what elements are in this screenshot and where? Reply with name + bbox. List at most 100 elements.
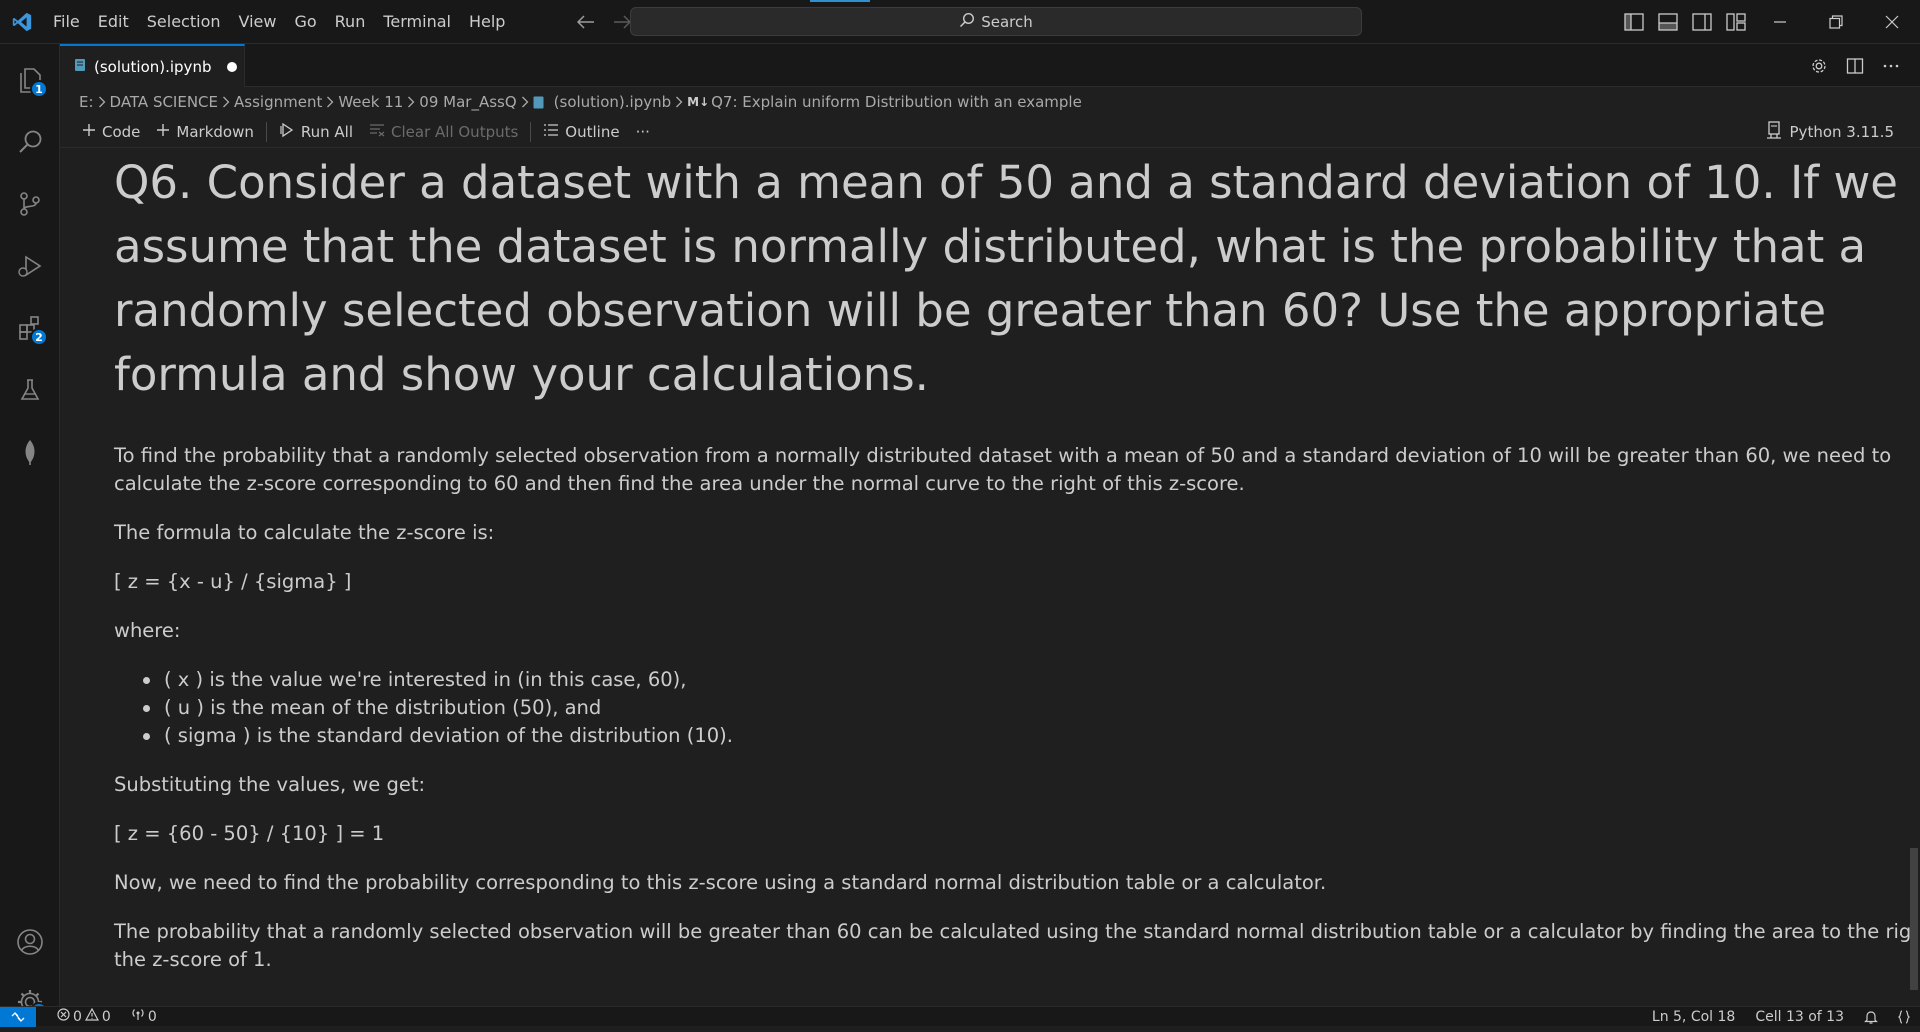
editor-tab-bar: (solution).ipynb xyxy=(60,44,1920,87)
run-all-icon xyxy=(279,122,295,142)
toolbar-divider xyxy=(265,121,267,142)
where-label: where: xyxy=(114,619,181,642)
problems-indicator[interactable]: 0 0 xyxy=(50,1007,118,1027)
variable-list: ( x ) is the value we're interested in (… xyxy=(114,666,733,750)
broadcast-icon xyxy=(131,1008,145,1025)
notebook-file-icon xyxy=(533,96,544,109)
notebook-file-icon xyxy=(74,57,86,76)
command-center-search[interactable]: Search xyxy=(630,7,1362,36)
kernel-picker[interactable]: Python 3.11.5 xyxy=(1766,118,1894,146)
zscore-result: [ z = {60 - 50} / {10} ] = 1 xyxy=(114,822,385,845)
menu-bar: File Edit Selection View Go Run Terminal… xyxy=(44,0,514,44)
toggle-primary-sidebar-icon[interactable] xyxy=(1620,8,1648,36)
close-window-icon[interactable] xyxy=(1864,0,1920,44)
notebook-settings-gear-icon[interactable] xyxy=(1806,53,1832,79)
breadcrumb: E: DATA SCIENCE Assignment Week 11 09 Ma… xyxy=(60,88,1920,116)
formula-intro: The formula to calculate the z-score is: xyxy=(114,521,495,544)
menu-file[interactable]: File xyxy=(44,0,89,44)
add-code-cell-button[interactable]: Code xyxy=(74,118,148,146)
clear-all-outputs-label: Clear All Outputs xyxy=(391,122,519,141)
extensions-badge: 2 xyxy=(30,328,48,346)
breadcrumb-folder[interactable]: 09 Mar_AssQ xyxy=(419,93,516,111)
more-actions-icon[interactable] xyxy=(1878,53,1904,79)
chevron-right-icon xyxy=(407,96,415,108)
error-icon xyxy=(57,1008,70,1025)
probability-paragraph: Now, we need to find the probability cor… xyxy=(114,871,1327,894)
plus-icon xyxy=(156,123,170,141)
add-code-label: Code xyxy=(102,122,141,141)
error-count: 0 xyxy=(73,1008,82,1025)
cursor-position[interactable]: Ln 5, Col 18 xyxy=(1642,1007,1745,1027)
cell-indicator[interactable]: Cell 13 of 13 xyxy=(1745,1007,1854,1027)
markdown-cell-icon: M↓ xyxy=(687,95,710,109)
question-heading: Q6. Consider a dataset with a mean of 50… xyxy=(114,156,1898,401)
breadcrumb-file[interactable]: (solution).ipynb xyxy=(554,93,671,111)
notifications-bell-icon[interactable] xyxy=(1854,1007,1888,1027)
remote-window-icon[interactable] xyxy=(0,1006,36,1027)
title-bar: File Edit Selection View Go Run Terminal… xyxy=(0,0,1920,44)
toggle-secondary-sidebar-icon[interactable] xyxy=(1688,8,1716,36)
breadcrumb-assignment[interactable]: Assignment xyxy=(234,93,322,111)
copilot-braces-icon[interactable] xyxy=(1888,1007,1920,1027)
menu-selection[interactable]: Selection xyxy=(138,0,230,44)
toolbar-divider xyxy=(530,121,532,142)
breadcrumb-section[interactable]: Q7: Explain uniform Distribution with an… xyxy=(711,93,1082,111)
kernel-icon xyxy=(1766,121,1782,143)
list-item: ( sigma ) is the standard deviation of t… xyxy=(114,722,733,750)
mongodb-leaf-icon[interactable] xyxy=(0,422,60,482)
plus-icon xyxy=(82,123,96,141)
clear-all-outputs-button[interactable]: Clear All Outputs xyxy=(361,118,526,146)
layout-controls xyxy=(1620,8,1750,36)
run-all-button[interactable]: Run All xyxy=(271,118,361,146)
status-bar: 0 0 0 Ln 5, Col 18 Cell 13 of 13 xyxy=(0,1006,1920,1027)
extensions-icon[interactable]: 2 xyxy=(0,298,60,358)
breadcrumb-week[interactable]: Week 11 xyxy=(338,93,403,111)
search-sidebar-icon[interactable] xyxy=(0,112,60,172)
toolbar-more-button[interactable]: ··· xyxy=(628,118,658,146)
warning-icon xyxy=(84,1007,99,1025)
menu-edit[interactable]: Edit xyxy=(89,0,138,44)
customize-layout-icon[interactable] xyxy=(1722,8,1750,36)
minimize-icon[interactable] xyxy=(1752,0,1808,44)
tab-solution-notebook[interactable]: (solution).ipynb xyxy=(60,44,245,87)
unsaved-dot-icon[interactable] xyxy=(227,61,238,72)
navigation-arrows xyxy=(574,10,634,34)
explorer-icon[interactable]: 1 xyxy=(0,50,60,110)
menu-terminal[interactable]: Terminal xyxy=(374,0,460,44)
breadcrumb-data-science[interactable]: DATA SCIENCE xyxy=(110,93,218,111)
editor-scrollbar[interactable] xyxy=(1910,148,1920,1006)
menu-run[interactable]: Run xyxy=(326,0,375,44)
menu-go[interactable]: Go xyxy=(285,0,325,44)
menu-help[interactable]: Help xyxy=(460,0,514,44)
testing-icon[interactable] xyxy=(0,360,60,420)
chevron-right-icon xyxy=(98,96,106,108)
outline-label: Outline xyxy=(565,122,620,141)
ports-count: 0 xyxy=(147,1008,157,1025)
chevron-right-icon xyxy=(521,96,529,108)
explorer-badge: 1 xyxy=(30,80,48,98)
editor-actions xyxy=(1806,53,1904,79)
add-markdown-label: Markdown xyxy=(176,122,254,141)
restore-icon[interactable] xyxy=(1808,0,1864,44)
back-arrow-icon[interactable] xyxy=(574,10,598,34)
status-right: Ln 5, Col 18 Cell 13 of 13 xyxy=(1642,1007,1920,1027)
list-item: ( x ) is the value we're interested in (… xyxy=(114,666,733,694)
notebook-editor[interactable]: Q6. Consider a dataset with a mean of 50… xyxy=(60,149,1910,1006)
source-control-icon[interactable] xyxy=(0,174,60,234)
explanation-paragraph: To find the probability that a randomly … xyxy=(114,444,1892,495)
toggle-panel-icon[interactable] xyxy=(1654,8,1682,36)
tab-label: (solution).ipynb xyxy=(94,57,212,76)
split-editor-icon[interactable] xyxy=(1842,53,1868,79)
accounts-icon[interactable] xyxy=(0,912,60,972)
run-all-label: Run All xyxy=(300,122,354,141)
search-icon xyxy=(959,12,975,32)
vscode-logo-icon xyxy=(0,0,44,44)
outline-button[interactable]: Outline xyxy=(535,118,627,146)
search-label: Search xyxy=(981,12,1033,31)
breadcrumb-drive[interactable]: E: xyxy=(79,93,94,111)
add-markdown-cell-button[interactable]: Markdown xyxy=(148,118,261,146)
ports-indicator[interactable]: 0 xyxy=(124,1007,164,1027)
menu-view[interactable]: View xyxy=(230,0,286,44)
run-debug-icon[interactable] xyxy=(0,236,60,296)
scrollbar-thumb[interactable] xyxy=(1910,848,1918,990)
